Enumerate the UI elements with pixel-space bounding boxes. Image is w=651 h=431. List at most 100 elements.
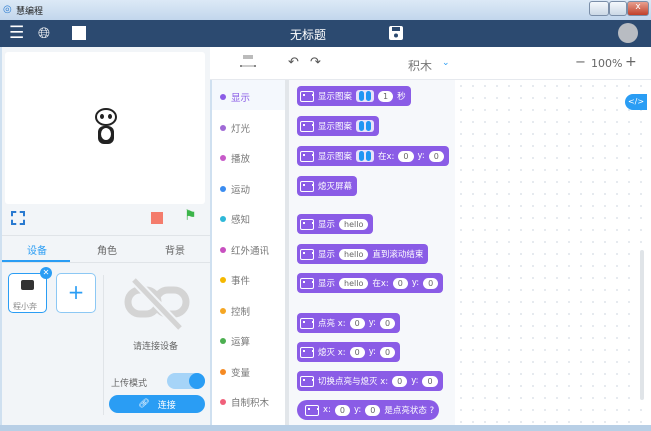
code-block[interactable]: 显示 hello	[297, 214, 374, 234]
category-label: 自制积木	[231, 398, 270, 409]
add-device-button[interactable]: +	[56, 273, 96, 313]
code-view-toggle-icon[interactable]: </>	[625, 94, 647, 110]
panda-sprite[interactable]	[93, 108, 119, 148]
block-input[interactable]: 0	[422, 375, 438, 387]
block-input[interactable]: 0	[428, 150, 444, 162]
code-block[interactable]: 显示 hello 在x: 0 y: 0	[297, 273, 444, 293]
led-matrix-input[interactable]	[356, 90, 375, 102]
code-block[interactable]: 显示图案 在x: 0 y: 0	[297, 146, 449, 166]
robot-face-icon	[300, 277, 314, 289]
block-input[interactable]: hello	[339, 218, 369, 230]
undo-icon[interactable]: ↶	[288, 55, 299, 70]
editor-toolbar: ↶ ↷ 积木 ⌄ − 100% +	[210, 47, 651, 80]
code-block[interactable]: 显示图案	[297, 116, 380, 136]
code-block[interactable]: x: 0 y: 0 是点亮状态 ?	[297, 400, 440, 420]
close-window-button[interactable]: x	[627, 1, 649, 16]
tab-sprites[interactable]: 角色	[72, 242, 142, 257]
category-5[interactable]: 红外通讯	[220, 243, 269, 257]
mode-select[interactable]: 积木	[408, 57, 432, 74]
code-block[interactable]: 点亮 x: 0 y: 0	[297, 313, 401, 333]
connect-label: 连接	[157, 400, 176, 411]
app-icon: ◎	[3, 4, 12, 15]
project-title[interactable]: 无标题	[290, 26, 326, 43]
menu-icon[interactable]: ☰	[9, 23, 24, 43]
block-input[interactable]: 0	[392, 277, 408, 289]
code-block[interactable]: 切换点亮与熄灭 x: 0 y: 0	[297, 371, 443, 391]
connect-button[interactable]: 🔗︎ 连接	[109, 395, 205, 413]
stage[interactable]	[5, 52, 205, 204]
category-3[interactable]: 运动	[220, 182, 250, 196]
block-text: 在x:	[372, 279, 389, 289]
block-input[interactable]: 0	[379, 317, 396, 329]
code-block[interactable]: 熄灭屏幕	[297, 176, 358, 196]
tab-backdrops[interactable]: 背景	[140, 242, 210, 257]
minimize-button[interactable]	[589, 1, 609, 16]
workspace-scrollbar[interactable]	[640, 250, 644, 400]
green-flag-button[interactable]: ⚑	[184, 208, 197, 224]
category-label: 运算	[231, 337, 251, 348]
category-1[interactable]: 灯光	[220, 121, 250, 135]
code-block[interactable]: 熄灭 x: 0 y: 0	[297, 342, 401, 362]
user-avatar[interactable]	[618, 23, 638, 43]
zoom-out-button[interactable]: −	[575, 55, 586, 70]
category-dot-icon	[220, 155, 226, 161]
redo-icon[interactable]: ↷	[310, 55, 321, 70]
block-input[interactable]: 0	[423, 277, 439, 289]
save-icon[interactable]	[389, 26, 403, 40]
device-card[interactable]: 程小奔	[8, 273, 47, 313]
category-label: 红外通讯	[231, 245, 270, 257]
category-dot-icon	[220, 246, 226, 253]
block-input[interactable]: 0	[334, 404, 350, 416]
block-input[interactable]: 0	[365, 404, 381, 416]
globe-icon[interactable]: 🌐︎	[38, 24, 50, 42]
zoom-in-button[interactable]: +	[625, 54, 637, 70]
chevron-down-icon[interactable]: ⌄	[442, 58, 450, 68]
robot-face-icon	[300, 346, 314, 358]
upload-mode-toggle[interactable]	[167, 373, 205, 389]
fullscreen-icon[interactable]	[11, 211, 25, 225]
block-input[interactable]: hello	[339, 248, 369, 260]
led-matrix-input[interactable]	[356, 120, 375, 132]
tab-devices[interactable]: 设备	[2, 242, 72, 257]
category-list: 显示灯光播放运动感知红外通讯事件控制运算变量自制积木	[212, 80, 285, 425]
stop-button[interactable]	[151, 212, 163, 224]
block-text: 显示	[318, 279, 336, 289]
block-input[interactable]: 0	[379, 346, 396, 358]
category-7[interactable]: 控制	[220, 304, 250, 318]
block-text: 直到滚动结束	[372, 250, 424, 260]
window-title: 慧编程	[16, 7, 44, 17]
upload-mode-label: 上传模式	[111, 379, 148, 389]
category-4[interactable]: 感知	[220, 212, 250, 226]
script-workspace[interactable]	[455, 80, 651, 425]
device-thumbnail-icon[interactable]	[240, 55, 256, 73]
category-10[interactable]: 自制积木	[220, 395, 269, 409]
category-dot-icon	[220, 399, 226, 405]
category-0[interactable]: 显示	[220, 90, 250, 104]
apps-grid-icon[interactable]	[72, 26, 86, 40]
category-6[interactable]: 事件	[220, 273, 250, 287]
block-text: y:	[368, 347, 376, 357]
category-label: 事件	[231, 276, 251, 287]
block-text: y:	[411, 376, 419, 386]
block-input[interactable]: 0	[392, 375, 408, 387]
category-8[interactable]: 运算	[220, 334, 250, 348]
block-input[interactable]: 1	[378, 90, 394, 102]
block-input[interactable]: 0	[349, 317, 365, 329]
category-2[interactable]: 播放	[220, 151, 250, 165]
block-text: 是点亮状态 ?	[384, 406, 435, 416]
robot-face-icon	[305, 404, 319, 416]
remove-device-icon[interactable]: ✕	[40, 267, 52, 279]
led-matrix-input[interactable]	[356, 150, 375, 162]
block-text: x:	[323, 405, 331, 415]
block-text: 切换点亮与熄灭 x:	[318, 377, 389, 387]
code-block[interactable]: 显示 hello 直到滚动结束	[297, 244, 429, 264]
category-9[interactable]: 变量	[220, 365, 250, 379]
robot-icon	[21, 280, 34, 290]
link-icon: 🔗︎	[138, 399, 150, 409]
maximize-button[interactable]	[609, 1, 627, 16]
block-input[interactable]: 0	[398, 150, 414, 162]
category-label: 显示	[231, 93, 251, 104]
code-block[interactable]: 显示图案 1 秒	[297, 86, 411, 106]
block-input[interactable]: 0	[349, 346, 365, 358]
block-input[interactable]: hello	[339, 277, 369, 289]
